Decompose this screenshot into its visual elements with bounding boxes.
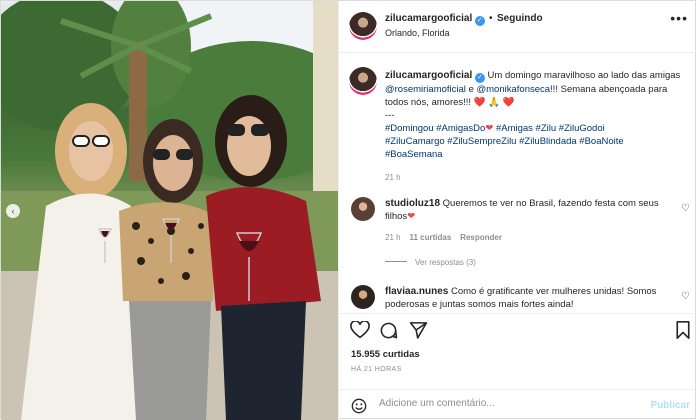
comment-bubble-icon[interactable] — [379, 321, 398, 340]
save-bookmark-icon[interactable] — [675, 321, 691, 339]
replies-divider — [385, 261, 407, 262]
view-replies-row[interactable]: Ver respostas (3) — [385, 256, 675, 269]
previous-photo-button[interactable]: ‹ — [6, 204, 20, 218]
commenter-avatar[interactable] — [351, 197, 375, 221]
author-avatar[interactable] — [349, 12, 377, 40]
comment-time[interactable]: 21 h — [385, 233, 401, 242]
following-button[interactable]: Seguindo — [497, 13, 543, 24]
caption-username[interactable]: zilucamargooficial — [385, 70, 472, 81]
comment-username[interactable]: studioluz18 — [385, 198, 440, 209]
view-replies-link[interactable]: Ver respostas (3) — [415, 258, 476, 267]
action-bar — [339, 313, 696, 345]
comment-meta: 21 h 11 curtidas Responder — [385, 231, 675, 244]
share-paper-plane-icon[interactable] — [409, 321, 428, 339]
add-comment-bar: Publicar — [339, 389, 696, 420]
hashtags-line-3[interactable]: #BoaSemana — [385, 149, 443, 160]
comment-input[interactable] — [379, 398, 639, 409]
heart-emoji-icon: ❤ — [407, 211, 416, 222]
hashtags-line-1[interactable]: #Domingou #AmigasDo — [385, 123, 485, 134]
likes-count[interactable]: 15.955 curtidas — [351, 349, 420, 360]
commenter-avatar[interactable] — [351, 285, 375, 309]
comment-item: studioluz18 Queremos te ver no Brasil, f… — [385, 197, 675, 269]
comment-username[interactable]: flaviaa.nunes — [385, 286, 448, 297]
post-location[interactable]: Orlando, Florida — [385, 28, 450, 38]
chevron-left-icon: ‹ — [11, 206, 15, 216]
caption-conjunction: e — [468, 84, 474, 95]
mention-link-1[interactable]: @rosemiriamoficial — [385, 84, 466, 95]
author-username-row: zilucamargooficial ✓ — [385, 13, 485, 26]
hashtags-line-2[interactable]: #ZiluCamargo #ZiluSempreZilu #ZiluBlinda… — [385, 136, 624, 147]
caption-text-1: Um domingo maravilhoso ao lado das amiga… — [487, 70, 681, 81]
comment-like-heart-icon[interactable]: ♡ — [681, 291, 690, 302]
hashtags-line-1b[interactable]: #Amigas #Zilu #ZiluGodoi — [496, 123, 605, 134]
mention-link-2[interactable]: @monikafonseca — [477, 84, 551, 95]
emoji-smiley-icon[interactable] — [351, 398, 367, 414]
more-options-icon[interactable]: ••• — [670, 11, 688, 25]
verified-badge-icon: ✓ — [474, 16, 485, 26]
comment-like-heart-icon[interactable]: ♡ — [681, 203, 690, 214]
caption-time[interactable]: 21 h — [385, 171, 685, 184]
comment-likes[interactable]: 11 curtidas — [409, 233, 451, 242]
post-caption: zilucamargooficial ✓ Um domingo maravilh… — [385, 69, 685, 184]
post-header: zilucamargooficial ✓ • Seguindo Orlando,… — [339, 1, 696, 53]
header-separator: • — [489, 13, 493, 24]
caption-emoji: ❤️ 🙏 ❤️ — [473, 97, 515, 108]
comment-item: flaviaa.nunes Como é gratificante ver mu… — [385, 285, 675, 311]
caption-dashes: --- — [385, 110, 395, 121]
like-heart-icon[interactable] — [350, 321, 370, 339]
publish-button[interactable]: Publicar — [651, 400, 690, 411]
comments-section: zilucamargooficial ✓ Um domingo maravilh… — [339, 53, 696, 313]
caption-author-avatar[interactable] — [349, 67, 377, 95]
photo-illustration — [1, 1, 338, 420]
instagram-post: ‹ zilucamargooficial ✓ • Seguindo Orland… — [0, 0, 696, 420]
heart-emoji-icon: ❤ — [485, 123, 494, 134]
reply-button[interactable]: Responder — [460, 233, 502, 242]
verified-badge-icon: ✓ — [474, 73, 485, 83]
post-photo[interactable]: ‹ — [1, 1, 338, 420]
post-details-panel: zilucamargooficial ✓ • Seguindo Orlando,… — [338, 1, 696, 420]
post-time-ago[interactable]: HÁ 21 HORAS — [351, 366, 402, 373]
author-username[interactable]: zilucamargooficial — [385, 13, 472, 24]
